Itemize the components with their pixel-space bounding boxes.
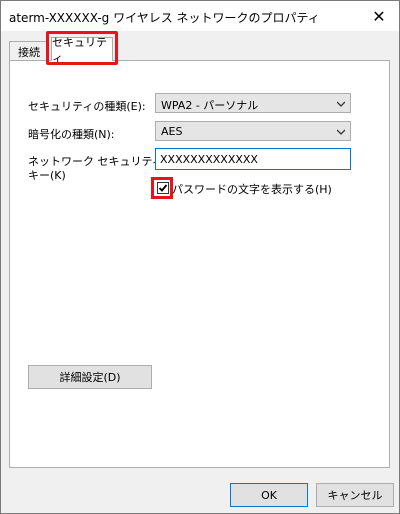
security-type-value: WPA2 - パーソナル — [161, 99, 259, 112]
ok-label: OK — [261, 488, 277, 502]
cancel-label: キャンセル — [327, 489, 383, 502]
chevron-down-icon — [337, 101, 345, 107]
close-icon: ✕ — [372, 6, 386, 26]
encryption-type-value: AES — [161, 125, 183, 138]
encryption-type-label: 暗号化の種類(N): — [28, 128, 115, 141]
tab-connection[interactable]: 接続 — [9, 41, 49, 61]
security-key-value: XXXXXXXXXXXXX — [160, 153, 258, 166]
window-title: aterm-XXXXXX-g ワイヤレス ネットワークのプロパティ — [9, 11, 320, 25]
title-bar[interactable]: aterm-XXXXXX-g ワイヤレス ネットワークのプロパティ ✕ — [1, 1, 399, 31]
cancel-button[interactable]: キャンセル — [316, 483, 394, 507]
highlight-box-tab — [46, 31, 118, 65]
show-characters-label[interactable]: パスワードの文字を表示する(H) — [172, 181, 332, 197]
security-type-label: セキュリティの種類(E): — [28, 100, 146, 113]
tab-connection-label: 接続 — [18, 45, 40, 59]
advanced-settings-button[interactable]: 詳細設定(D) — [28, 365, 152, 389]
security-key-input[interactable]: XXXXXXXXXXXXX — [155, 148, 351, 170]
chevron-down-icon — [337, 129, 345, 135]
advanced-settings-label: 詳細設定(D) — [59, 371, 121, 384]
encryption-type-select[interactable]: AES — [155, 121, 351, 141]
ok-button[interactable]: OK — [230, 483, 308, 507]
security-type-select[interactable]: WPA2 - パーソナル — [155, 93, 351, 113]
security-key-label-line2: キー(K) — [28, 169, 66, 182]
properties-window: aterm-XXXXXX-g ワイヤレス ネットワークのプロパティ ✕ 接続 セ… — [0, 0, 400, 514]
highlight-box-checkbox — [151, 177, 173, 199]
close-button[interactable]: ✕ — [359, 1, 399, 31]
